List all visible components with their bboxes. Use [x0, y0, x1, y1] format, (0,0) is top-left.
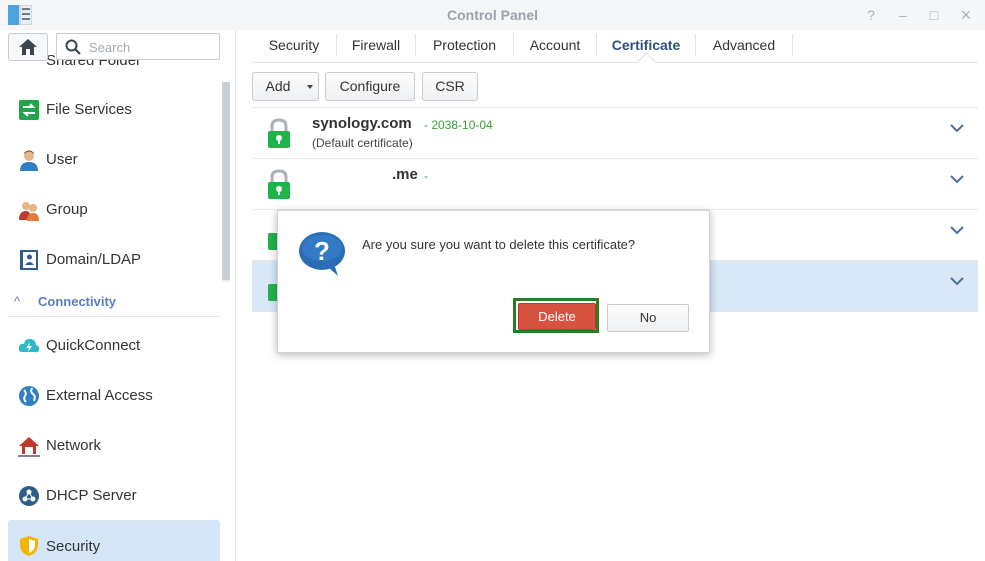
window-title: Control Panel [446, 7, 538, 23]
search-input[interactable] [87, 36, 219, 58]
sidebar-item-domain-ldap[interactable]: Domain/LDAP [8, 235, 220, 285]
minimize-icon[interactable]: – [894, 6, 912, 24]
domain-ldap-icon [20, 250, 38, 270]
chevron-up-icon: ^ [14, 294, 21, 309]
tab-advanced[interactable]: Advanced [696, 30, 792, 61]
tab-security[interactable]: Security [252, 30, 336, 61]
certificate-row[interactable]: .me - [252, 158, 978, 209]
sidebar-item-label: External Access [46, 387, 153, 404]
certificate-subtitle: (Default certificate) [312, 136, 413, 150]
chevron-down-icon [307, 85, 313, 90]
home-button[interactable] [8, 33, 48, 61]
network-icon [18, 437, 40, 457]
certificate-expiry-date: - [424, 169, 428, 183]
external-access-icon [19, 386, 39, 406]
tab-bar: Security Firewall Protection Account Cer… [252, 30, 978, 71]
sidebar-item-label: User [46, 151, 78, 168]
quickconnect-icon [18, 338, 40, 353]
add-button[interactable]: Add [252, 72, 304, 101]
tab-account[interactable]: Account [514, 30, 596, 61]
certificate-name: .me [392, 166, 418, 183]
tab-divider [792, 34, 793, 56]
no-button[interactable]: No [607, 304, 689, 332]
sidebar-item-quickconnect[interactable]: QuickConnect [8, 321, 220, 371]
chevron-down-icon[interactable] [950, 174, 964, 184]
sidebar-item-dhcp-server[interactable]: DHCP Server [8, 471, 220, 521]
help-icon[interactable]: ? [862, 6, 880, 24]
group-icon [19, 202, 39, 221]
chevron-down-icon[interactable] [950, 276, 964, 286]
certificate-expiry-date: - 2038-10-04 [424, 118, 493, 132]
sidebar: Shared Folder File Services User [0, 30, 236, 561]
sidebar-item-label: Domain/LDAP [46, 251, 142, 268]
tab-protection[interactable]: Protection [416, 30, 513, 61]
question-glyph: ? [314, 236, 330, 266]
sidebar-item-file-services[interactable]: File Services [8, 85, 220, 135]
sidebar-item-label: QuickConnect [46, 337, 141, 354]
user-icon [20, 150, 38, 171]
chevron-down-icon[interactable] [950, 123, 964, 133]
sidebar-item-user[interactable]: User [8, 135, 220, 185]
dhcp-server-icon [19, 486, 39, 506]
delete-button[interactable]: Delete [518, 303, 596, 330]
sidebar-item-external-access[interactable]: External Access [8, 371, 220, 421]
sidebar-item-group[interactable]: Group [8, 185, 220, 235]
title-bar: Control Panel ? – □ × [0, 0, 985, 30]
csr-button[interactable]: CSR [422, 72, 478, 101]
section-connectivity-header[interactable]: ^ Connectivity [8, 292, 220, 317]
chevron-down-icon[interactable] [950, 225, 964, 235]
certificate-row[interactable]: synology.com - 2038-10-04 (Default certi… [252, 107, 978, 158]
search-box[interactable] [56, 33, 220, 60]
lock-icon [268, 169, 290, 199]
sidebar-item-label: Network [46, 437, 102, 454]
home-icon [19, 39, 37, 55]
tab-firewall[interactable]: Firewall [337, 30, 415, 61]
certificate-name: synology.com [312, 115, 412, 132]
file-services-icon [19, 100, 39, 120]
lock-icon [268, 118, 290, 148]
search-icon [65, 39, 81, 55]
sidebar-item-label: DHCP Server [46, 487, 137, 504]
section-label: Connectivity [38, 294, 117, 309]
sidebar-item-security[interactable]: Security [8, 520, 220, 561]
dialog-message: Are you sure you want to delete this cer… [362, 237, 636, 252]
sidebar-item-network[interactable]: Network [8, 421, 220, 471]
configure-button[interactable]: Configure [325, 72, 415, 101]
question-icon: ? [299, 232, 345, 276]
sidebar-item-label: Security [46, 538, 101, 555]
sidebar-item-label: Group [46, 201, 88, 218]
sidebar-item-label: File Services [46, 101, 132, 118]
add-dropdown-button[interactable] [302, 72, 319, 101]
sidebar-scrollbar-thumb[interactable] [222, 82, 230, 280]
close-icon[interactable]: × [957, 6, 975, 24]
maximize-icon[interactable]: □ [925, 6, 943, 24]
security-shield-icon [20, 536, 38, 556]
delete-confirmation-dialog: ? Are you sure you want to delete this c… [277, 210, 710, 353]
